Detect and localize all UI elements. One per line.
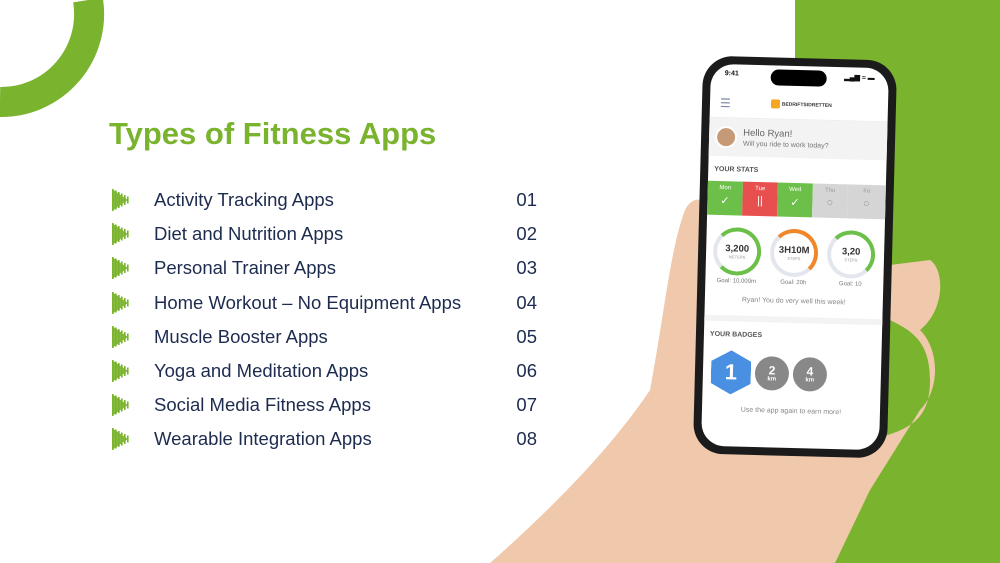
day-tracker: Mon ✓ Tue || Wed ✓ Thu ○ Fri ○ — [707, 180, 886, 220]
day-cell[interactable]: Wed ✓ — [777, 182, 813, 218]
page-title: Types of Fitness Apps — [109, 116, 437, 151]
stats-circles: 3,200 METERS Goal: 10,000m 3H10M STEPS Goal: … — [705, 215, 885, 289]
play-arrow-icon — [112, 358, 140, 384]
list-item: Muscle Booster Apps 05 — [112, 320, 537, 354]
stat-circle: 3H10M STEPS Goal: 20h — [768, 228, 819, 286]
greeting: Hello Ryan! — [743, 127, 793, 140]
play-arrow-icon — [112, 324, 140, 350]
stat-circle: 3,200 METERS Goal: 10,000m — [711, 226, 762, 285]
menu-icon[interactable]: ☰ — [720, 95, 731, 109]
week-message: Ryan! You do very well this week! — [704, 283, 884, 326]
list-item: Diet and Nutrition Apps 02 — [112, 217, 537, 251]
signal-wifi-battery-icon: ▂▄▆ ≈ ▬ — [844, 74, 875, 83]
dynamic-island — [770, 69, 827, 87]
item-label: Social Media Fitness Apps — [154, 394, 371, 416]
item-label: Yoga and Meditation Apps — [154, 360, 369, 382]
list-item: Activity Tracking Apps 01 — [112, 183, 537, 217]
play-arrow-icon — [112, 426, 140, 452]
play-arrow-icon — [112, 221, 140, 247]
badge-1[interactable]: 1 — [710, 350, 751, 395]
avatar — [714, 125, 738, 149]
day-cell[interactable]: Thu ○ — [812, 183, 848, 219]
stat-circle: 3,20 STEPS Goal: 10 — [825, 229, 876, 288]
list-item: Social Media Fitness Apps 07 — [112, 388, 537, 422]
play-arrow-icon — [112, 392, 140, 418]
day-cell[interactable]: Mon ✓ — [707, 180, 743, 216]
list-item: Wearable Integration Apps 08 — [112, 422, 537, 456]
list-item: Home Workout – No Equipment Apps 04 — [112, 286, 537, 320]
play-arrow-icon — [112, 255, 140, 281]
item-label: Personal Trainer Apps — [154, 257, 337, 279]
app-logo: BEDRIFTSIDRETTEN — [770, 99, 832, 110]
decorative-ring — [0, 0, 105, 117]
question: Will you ride to work today? — [742, 140, 829, 150]
day-cell[interactable]: Tue || — [742, 181, 778, 217]
item-label: Activity Tracking Apps — [154, 189, 334, 211]
play-arrow-icon — [112, 290, 140, 316]
day-cell[interactable]: Fri ○ — [847, 184, 886, 220]
item-label: Diet and Nutrition Apps — [154, 223, 344, 245]
list-item: Personal Trainer Apps 03 — [112, 251, 537, 285]
phone-mockup: 9:41 ▂▄▆ ≈ ▬ ☰ BEDRIFTSIDRETTEN Hello Ryan… — [692, 55, 898, 459]
badges-row: 1 2 km 4 km — [702, 346, 881, 403]
item-label: Wearable Integration Apps — [154, 428, 372, 450]
badge-km[interactable]: 4 km — [792, 356, 828, 392]
status-time: 9:41 — [724, 70, 739, 78]
item-label: Home Workout – No Equipment Apps — [154, 291, 462, 313]
play-arrow-icon — [112, 187, 140, 213]
app-types-list: Activity Tracking Apps 01 Diet and Nutriti… — [112, 183, 537, 457]
item-label: Muscle Booster Apps — [154, 325, 328, 347]
badge-km[interactable]: 2 km — [754, 355, 790, 391]
list-item: Yoga and Meditation Apps 06 — [112, 354, 537, 388]
